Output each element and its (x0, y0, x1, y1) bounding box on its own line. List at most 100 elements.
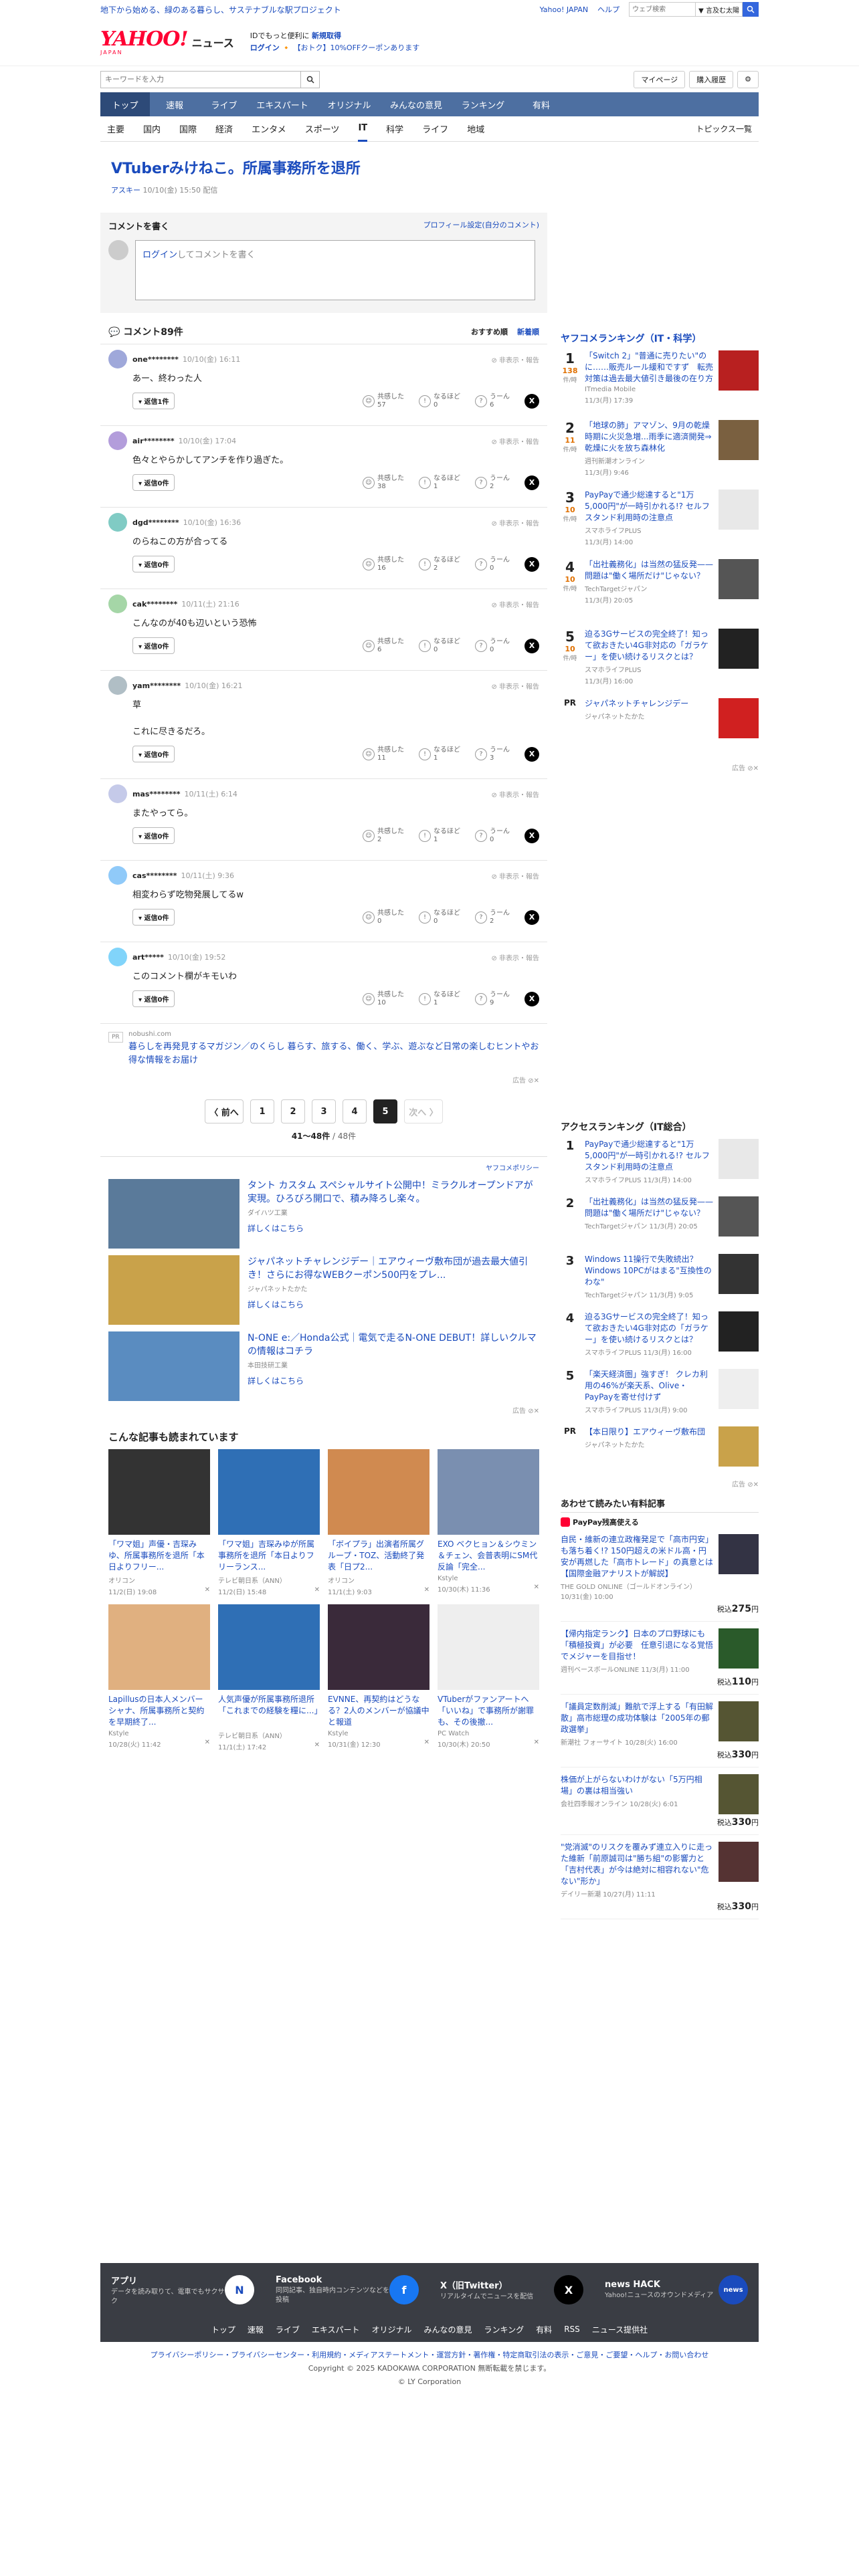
cat-main[interactable]: 主要 (107, 116, 124, 142)
footer-link[interactable]: 速報 (248, 2324, 264, 2335)
ranking-item[interactable]: 2 11 件/時 「地球の肺」アマゾン、9月の乾燥時期に火災急増...雨季に適済開発⇒… (561, 420, 759, 479)
x-share-icon[interactable]: X (524, 746, 539, 762)
report-link[interactable]: ⊘ 非表示・報告 (491, 871, 539, 881)
nav-ranking[interactable]: ランキング (450, 92, 516, 116)
x-share-icon[interactable]: X (524, 828, 539, 843)
reaction-empathy-button[interactable]: ☺ 共感した 6 (363, 638, 404, 654)
pr-title[interactable]: 【本日限り】エアウィーヴ敷布団 (585, 1426, 713, 1438)
reaction-empathy-button[interactable]: ☺ 共感した 0 (363, 909, 404, 926)
close-icon[interactable]: ✕ (314, 1741, 320, 1751)
reply-button[interactable]: ▾ 返信1件 (132, 393, 175, 409)
article-card-title[interactable]: EXO ベクヒョン＆シウミン＆チェン、会普表明にSM代反論「完全... (438, 1539, 539, 1574)
comment-user[interactable]: dgd******** (132, 518, 179, 527)
reply-button[interactable]: ▾ 返信0件 (132, 909, 175, 926)
comment-user[interactable]: mas******** (132, 790, 180, 798)
search-icon[interactable] (301, 70, 320, 88)
x-share-icon[interactable]: X (524, 909, 539, 925)
reply-button[interactable]: ▾ 返信0件 (132, 474, 175, 491)
rank-title[interactable]: 「楽天経済圏」強すぎ！ クレカ利用の46%が楽天系、Olive・PayPayを寄… (585, 1369, 713, 1403)
help-link[interactable]: ヘルプ (597, 4, 619, 15)
report-link[interactable]: ⊘ 非表示・報告 (491, 518, 539, 528)
paid-article-item[interactable]: "党消滅"のリスクを覆みず連立入りに走った維新「前原誠司は"勝ち組"の影響力と「… (561, 1835, 759, 1919)
article-card-title[interactable]: 人気声優が所属事務所退所「これまでの経験を糧に...」 (218, 1694, 320, 1729)
page-4-button[interactable]: 4 (343, 1099, 367, 1123)
paid-article-item[interactable]: 株価が上がらないわけがない「5万円相場」の裏は相当強い 会社四季報オンライン 10… (561, 1767, 759, 1835)
nav-paid[interactable]: 有料 (516, 92, 566, 116)
paid-article-item[interactable]: 自民・維新の連立政権発足で「高市円安」も落ち着く!? 150円超えの米ドル高・円… (561, 1527, 759, 1622)
access-pr-item[interactable]: PR 【本日限り】エアウィーヴ敷布団 ジャパネットたかた (561, 1426, 759, 1473)
cat-domestic[interactable]: 国内 (143, 116, 161, 142)
footer-app-link[interactable]: Facebook 同同記事、独自時内コンテンツなどを投稿 f (265, 2263, 430, 2317)
article-card-title[interactable]: 「ボイプラ」出演者所属グループ・TOZ、活動終了発表「日プ2... (328, 1539, 430, 1574)
cat-science[interactable]: 科学 (386, 116, 403, 142)
reaction-uun-button[interactable]: ? うーん 2 (475, 475, 510, 491)
ranking-pr-item[interactable]: PR ジャパネットチャレンジデー ジャパネットたかた (561, 698, 759, 757)
reaction-naruhodo-button[interactable]: ! なるほど 0 (419, 638, 460, 654)
cat-it[interactable]: IT (358, 116, 368, 142)
ad-note[interactable]: 広告 ⊘✕ (108, 1405, 539, 1415)
list-ad[interactable]: PR nobushi.com 暮らしを再発見するマガジン／のくらし 暮らす、旅す… (100, 1023, 547, 1090)
ad-image[interactable] (108, 1255, 240, 1325)
close-icon[interactable]: ✕ (205, 1739, 210, 1749)
ad-title[interactable]: N-ONE e:／Honda公式｜電気で走るN-ONE DEBUT！詳しいクルマ… (248, 1331, 539, 1358)
yahoo-logo[interactable]: YAHOO! JAPAN (100, 29, 189, 56)
paid-article-title[interactable]: 【帰内指定ランク】日本のプロ野球にも「積極投資」が必要 任意引退になる覚悟でメジ… (561, 1628, 713, 1662)
ad-item[interactable]: タント カスタム スペシャルサイト公開中！ミラクルオープンドアが実現。ひろびろ開… (108, 1179, 539, 1249)
rank-title[interactable]: PayPayで通少総達すると"1万5,000円"が一時引かれる!? セルフスタン… (585, 1139, 713, 1173)
x-share-icon[interactable]: X (524, 393, 539, 409)
keyword-input[interactable] (100, 70, 301, 88)
reply-button[interactable]: ▾ 返信0件 (132, 746, 175, 762)
reaction-naruhodo-button[interactable]: ! なるほど 2 (419, 556, 460, 572)
ad-note[interactable]: 広告 ⊘✕ (561, 1479, 759, 1489)
cat-local[interactable]: 地域 (467, 116, 484, 142)
article-thumbnail[interactable] (108, 1604, 210, 1690)
login-link[interactable]: ログイン (250, 43, 280, 52)
register-link[interactable]: 新規取得 (312, 31, 341, 40)
ad-more-link[interactable]: 詳しくはこちら (248, 1299, 539, 1310)
rank-title[interactable]: 「出社義務化」は当然の猛反発——問題は"働く場所だけ"じゃない？ (585, 1196, 713, 1219)
gear-icon[interactable]: ⚙ (737, 70, 759, 88)
reaction-empathy-button[interactable]: ☺ 共感した 38 (363, 475, 404, 491)
rank-title[interactable]: 「Switch 2」"普通に売りたい"のに……販売ルール緩和ですず 転売対策は過… (585, 350, 713, 385)
comment-user[interactable]: air******** (132, 437, 175, 445)
cat-world[interactable]: 国際 (179, 116, 197, 142)
login-link[interactable]: ログイン (142, 250, 177, 260)
paid-article-title[interactable]: 自民・維新の連立政権発足で「高市円安」も落ち着く!? 150円超えの米ドル高・円… (561, 1534, 713, 1580)
profile-settings-link[interactable]: プロフィール設定(自分のコメント) (423, 219, 539, 232)
paid-article-item[interactable]: 【帰内指定ランク】日本のプロ野球にも「積極投資」が必要 任意引退になる覚悟でメジ… (561, 1622, 759, 1695)
report-link[interactable]: ⊘ 非表示・報告 (491, 952, 539, 962)
access-ranking-item[interactable]: 5 「楽天経済圏」強すぎ！ クレカ利用の46%が楽天系、Olive・PayPayを… (561, 1369, 759, 1416)
rank-title[interactable]: 迫る3Gサービスの完全終了！知って欲おきたい4G非対応の「ガラケー」を使い続ける… (585, 1311, 713, 1346)
ad-title[interactable]: ジャパネットチャレンジデー｜エアウィーヴ敷布団が過去最大値引き！さらにお得なWE… (248, 1255, 539, 1282)
report-link[interactable]: ⊘ 非表示・報告 (491, 354, 539, 364)
paid-article-item[interactable]: 「議員定数削減」難航で浮上する「有田解散」高市総理の成功体験は「2005年の郵政… (561, 1695, 759, 1767)
x-share-icon[interactable]: X (524, 638, 539, 653)
ranking-item[interactable]: 3 10 件/時 PayPayで通少総達すると"1万5,000円"が一時引かれる!? … (561, 490, 759, 548)
close-icon[interactable]: ✕ (424, 1739, 430, 1749)
reaction-uun-button[interactable]: ? うーん 9 (475, 991, 510, 1007)
access-ranking-item[interactable]: 1 PayPayで通少総達すると"1万5,000円"が一時引かれる!? セルフスタ… (561, 1139, 759, 1186)
paid-article-title[interactable]: "党消滅"のリスクを覆みず連立入りに走った維新「前原誠司は"勝ち組"の影響力と「… (561, 1842, 713, 1887)
nav-flash[interactable]: 速報 (150, 92, 199, 116)
article-card[interactable]: 「ワマ姐」吉琛みゆが所属事務所を退所「本日よりフリーランス... テレビ朝日系（A… (218, 1449, 320, 1596)
purchase-history-button[interactable]: 購入履歴 (689, 70, 734, 88)
ad-more-link[interactable]: 詳しくはこちら (248, 1375, 539, 1386)
close-icon[interactable]: ✕ (205, 1586, 210, 1596)
nav-expert[interactable]: エキスパート (249, 92, 316, 116)
reaction-naruhodo-button[interactable]: ! なるほど 1 (419, 746, 460, 762)
reaction-naruhodo-button[interactable]: ! なるほど 1 (419, 828, 460, 844)
ad-image[interactable] (108, 1331, 240, 1401)
footer-app-link[interactable]: アプリ データを読み取りて、電車でもサクサク N (100, 2263, 265, 2317)
footer-link[interactable]: オリジナル (372, 2324, 412, 2335)
page-2-button[interactable]: 2 (281, 1099, 305, 1123)
ad-note[interactable]: 広告 ⊘✕ (512, 1075, 539, 1085)
sort-recommend[interactable]: おすすめ順 (471, 326, 508, 337)
article-thumbnail[interactable] (218, 1449, 320, 1535)
mypage-button[interactable]: マイページ (634, 70, 686, 88)
article-card[interactable]: Lapillusの日本人メンバーシャナ、所属事務所と契約を早期終了... Ksty… (108, 1604, 210, 1751)
page-5-button[interactable]: 5 (373, 1099, 397, 1123)
ad-text[interactable]: 暮らしを再発見するマガジン／のくらし 暮らす、旅する、働く、学ぶ、遊ぶなど日常の… (128, 1041, 539, 1067)
close-icon[interactable]: ✕ (424, 1586, 430, 1596)
footer-app-link[interactable]: news HACK Yahoo!ニュースのオウンドメディア news (594, 2263, 759, 2317)
comment-user[interactable]: cas******** (132, 871, 177, 880)
